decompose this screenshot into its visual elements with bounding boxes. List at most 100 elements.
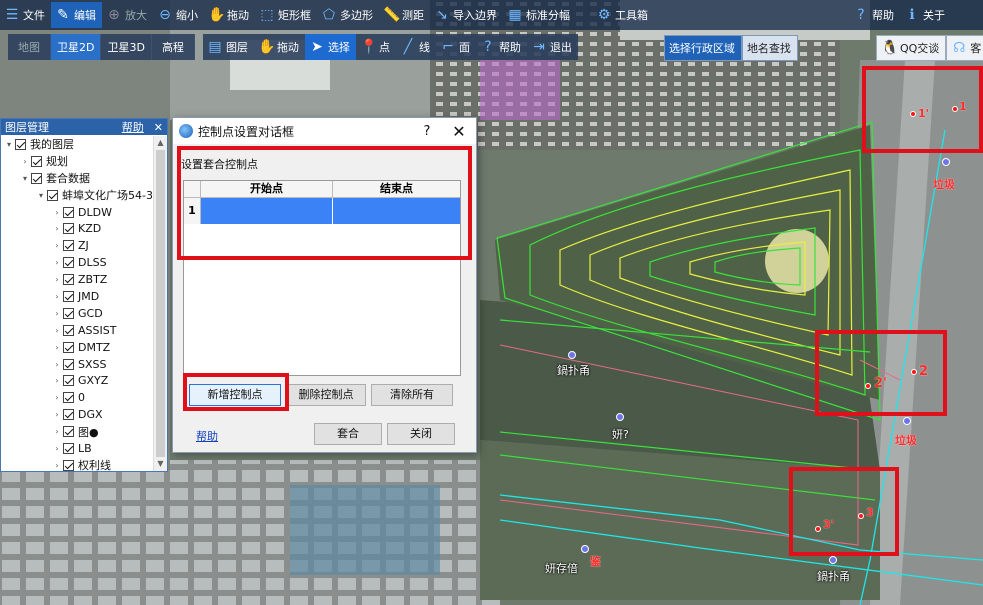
chevron-right-icon[interactable]: › xyxy=(51,292,63,301)
scroll-thumb[interactable] xyxy=(156,150,165,457)
polygon-button[interactable]: ⬠ 多边形 xyxy=(317,2,379,28)
layer-item[interactable]: ▾ 蚌埠文化广场54-3 xyxy=(1,187,153,204)
layer-checkbox[interactable] xyxy=(63,324,74,336)
layer-item[interactable]: › LB xyxy=(1,440,153,457)
measure-button[interactable]: 📏 测距 xyxy=(379,2,430,28)
layer-checkbox[interactable] xyxy=(47,189,58,201)
map-point[interactable] xyxy=(581,545,589,553)
chevron-up-icon[interactable]: ▲ xyxy=(154,136,167,150)
layer-item[interactable]: › 0 xyxy=(1,389,153,406)
delete-control-point-button[interactable]: 删除控制点 xyxy=(286,384,366,406)
layer-checkbox[interactable] xyxy=(31,172,42,184)
basemap-map-tab[interactable]: 地图 xyxy=(8,34,51,60)
support-button[interactable]: ☊ 客 xyxy=(946,35,983,61)
basemap-elevation-tab[interactable]: 高程 xyxy=(152,34,195,60)
map-point[interactable] xyxy=(903,417,911,425)
basemap-sat2d-tab[interactable]: 卫星2D xyxy=(51,34,102,60)
fit-button[interactable]: 套合 xyxy=(314,423,382,445)
help-button[interactable]: ? 帮助 xyxy=(849,2,900,28)
chevron-right-icon[interactable]: › xyxy=(51,444,63,453)
chevron-right-icon[interactable]: › xyxy=(51,326,63,335)
chevron-down-icon[interactable]: ▾ xyxy=(35,191,47,200)
layer-item[interactable]: › DLDW xyxy=(1,204,153,221)
select-region-button[interactable]: 选择行政区域 xyxy=(663,35,742,61)
chevron-right-icon[interactable]: › xyxy=(51,427,63,436)
layer-checkbox[interactable] xyxy=(63,290,74,302)
chevron-right-icon[interactable]: › xyxy=(19,157,31,166)
chevron-right-icon[interactable]: › xyxy=(51,343,63,352)
zoom-out-button[interactable]: ⊖ 缩小 xyxy=(153,2,204,28)
layer-checkbox[interactable] xyxy=(63,409,74,421)
edit-button[interactable]: ✎ 编辑 xyxy=(51,2,102,28)
layer-checkbox[interactable] xyxy=(63,341,74,353)
select-tool-button[interactable]: ➤ 选择 xyxy=(304,34,356,60)
chevron-right-icon[interactable]: › xyxy=(51,360,63,369)
layer-checkbox[interactable] xyxy=(31,155,42,167)
standard-sheet-button[interactable]: ▦ 标准分幅 xyxy=(503,2,576,28)
layer-item[interactable]: ▾ 套合数据 xyxy=(1,170,153,187)
layer-checkbox[interactable] xyxy=(63,442,74,454)
exit-button[interactable]: ⇥ 退出 xyxy=(527,34,578,60)
chevron-right-icon[interactable]: › xyxy=(51,224,63,233)
layer-item[interactable]: › ASSIST xyxy=(1,322,153,339)
layer-panel-help-link[interactable]: 帮助 xyxy=(122,119,144,135)
chevron-right-icon[interactable]: › xyxy=(51,410,63,419)
layer-checkbox[interactable] xyxy=(63,392,74,404)
layer-item[interactable]: › DGX xyxy=(1,406,153,423)
layer-checkbox[interactable] xyxy=(63,459,74,471)
basemap-sat3d-tab[interactable]: 卫星3D xyxy=(101,34,152,60)
pan-tool-button[interactable]: ✋ 拖动 xyxy=(254,34,305,60)
layer-checkbox[interactable] xyxy=(63,375,74,387)
layers-button[interactable]: ▤ 图层 xyxy=(203,34,254,60)
layer-item[interactable]: › GXYZ xyxy=(1,372,153,389)
point-tool-button[interactable]: 📍 点 xyxy=(356,34,396,60)
chevron-right-icon[interactable]: › xyxy=(51,376,63,385)
layer-item[interactable]: › 图● xyxy=(1,423,153,440)
map-point[interactable] xyxy=(829,556,837,564)
layer-item[interactable]: › JMD xyxy=(1,288,153,305)
layer-item[interactable]: › KZD xyxy=(1,220,153,237)
rect-select-button[interactable]: ⬚ 矩形框 xyxy=(255,2,317,28)
layer-item[interactable]: › ZJ xyxy=(1,237,153,254)
qq-chat-button[interactable]: 🐧 QQ交谈 xyxy=(875,35,947,61)
close-dialog-button[interactable]: 关闭 xyxy=(387,423,455,445)
place-search-button[interactable]: 地名查找 xyxy=(741,35,798,61)
dialog-help-link[interactable]: 帮助 xyxy=(196,428,218,444)
layer-scrollbar[interactable]: ▲ ▼ xyxy=(153,136,167,471)
layer-checkbox[interactable] xyxy=(63,274,74,286)
clear-all-button[interactable]: 清除所有 xyxy=(371,384,453,406)
close-icon[interactable]: ✕ xyxy=(442,122,476,141)
map-point[interactable] xyxy=(616,413,624,421)
file-menu[interactable]: ☰ 文件 xyxy=(0,2,51,28)
pan-button[interactable]: ✋ 拖动 xyxy=(204,2,255,28)
help-tool-button[interactable]: ? 帮助 xyxy=(476,34,527,60)
layer-item[interactable]: › DMTZ xyxy=(1,339,153,356)
chevron-right-icon[interactable]: › xyxy=(51,258,63,267)
layer-item[interactable]: › ZBTZ xyxy=(1,271,153,288)
chevron-down-icon[interactable]: ▾ xyxy=(19,174,31,183)
layer-item[interactable]: ▾ 我的图层 xyxy=(1,136,153,153)
map-point[interactable] xyxy=(568,351,576,359)
chevron-right-icon[interactable]: › xyxy=(51,208,63,217)
layer-checkbox[interactable] xyxy=(63,223,74,235)
close-icon[interactable]: ✕ xyxy=(154,121,163,134)
import-boundary-button[interactable]: ↘ 导入边界 xyxy=(430,2,503,28)
layer-checkbox[interactable] xyxy=(63,206,74,218)
layer-item[interactable]: › 权利线 xyxy=(1,457,153,471)
chevron-right-icon[interactable]: › xyxy=(51,393,63,402)
chevron-right-icon[interactable]: › xyxy=(51,241,63,250)
layer-checkbox[interactable] xyxy=(15,138,26,150)
layer-checkbox[interactable] xyxy=(63,240,74,252)
layer-item[interactable]: › SXSS xyxy=(1,356,153,373)
map-point[interactable] xyxy=(942,158,950,166)
chevron-down-icon[interactable]: ▼ xyxy=(154,457,167,471)
layer-item[interactable]: › GCD xyxy=(1,305,153,322)
layer-checkbox[interactable] xyxy=(63,257,74,269)
zoom-in-button[interactable]: ⊕ 放大 xyxy=(102,2,153,28)
about-button[interactable]: ℹ 关于 xyxy=(900,2,951,28)
toolbox-button[interactable]: ⚙ 工具箱 xyxy=(592,2,654,28)
help-icon[interactable]: ? xyxy=(412,124,442,139)
area-tool-button[interactable]: ⌐ 面 xyxy=(436,34,476,60)
chevron-right-icon[interactable]: › xyxy=(51,275,63,284)
layer-checkbox[interactable] xyxy=(63,426,74,438)
